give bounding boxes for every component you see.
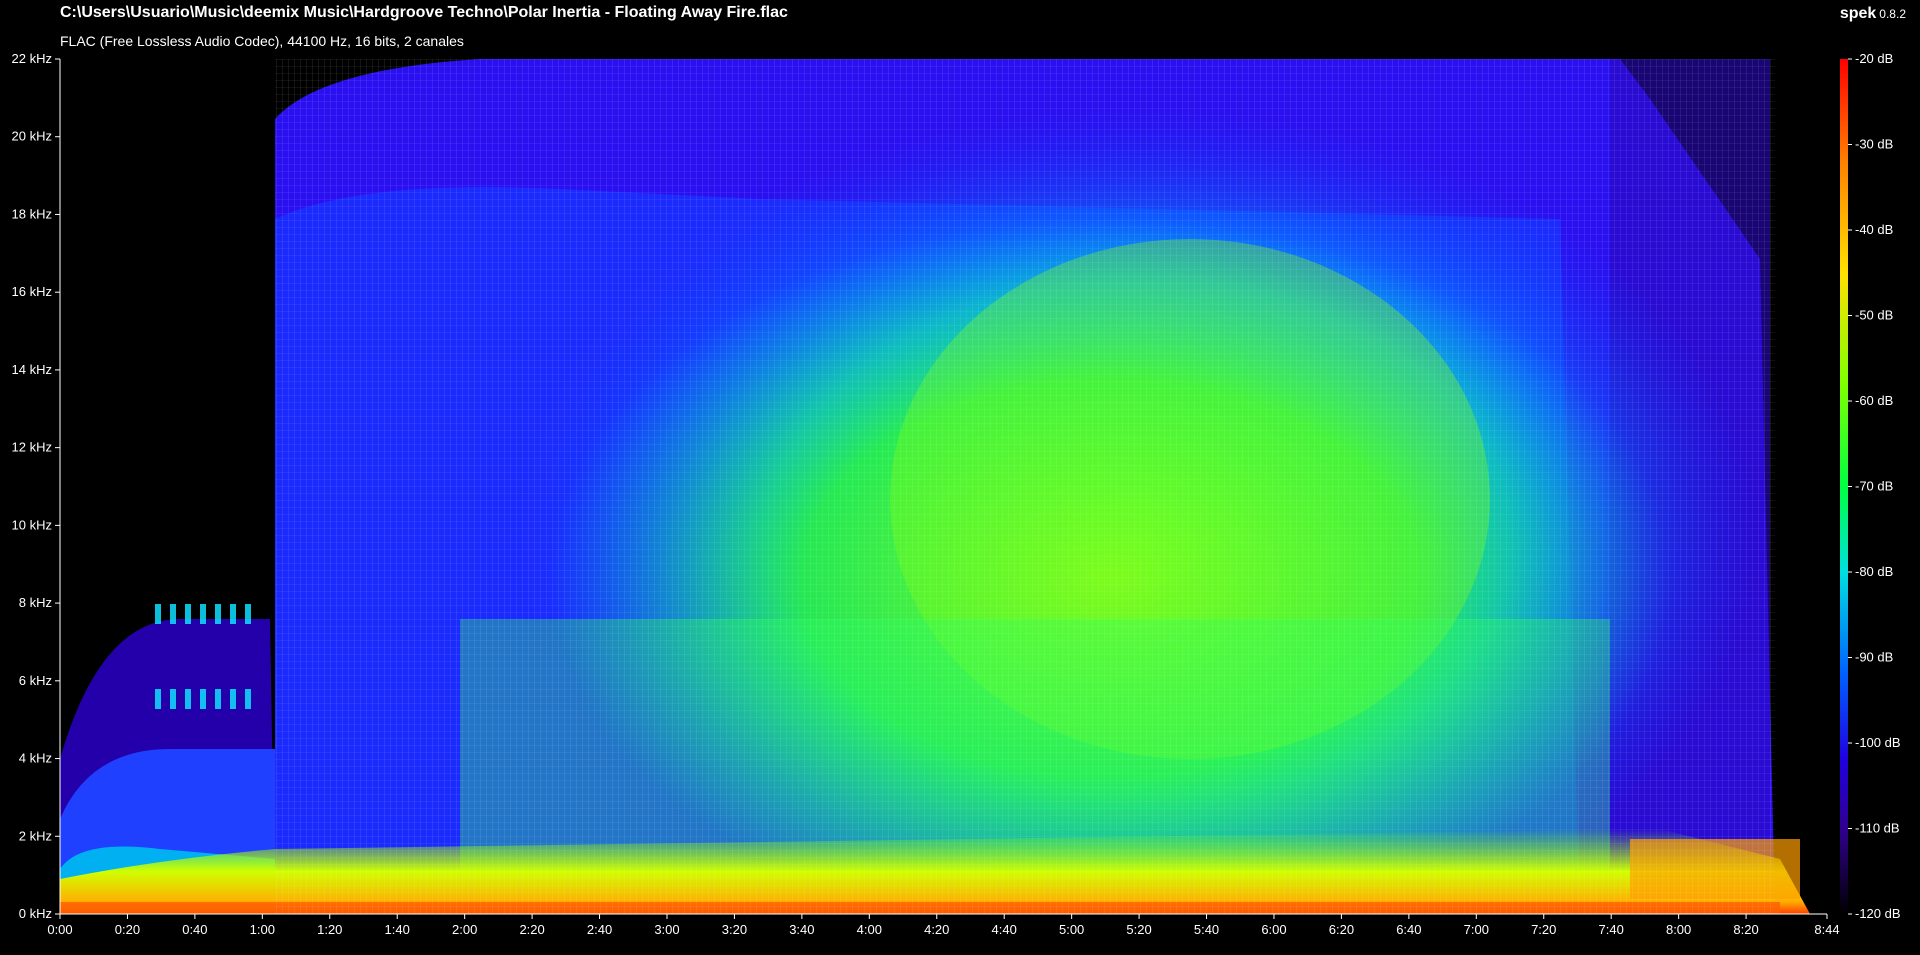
time-tick-label: 1:20 [317,922,342,937]
time-tick-label: 8:20 [1733,922,1758,937]
time-tick-label: 5:20 [1126,922,1151,937]
frequency-tick-label: 16 kHz [12,284,52,299]
frequency-tick-label: 22 kHz [12,51,52,66]
time-tick-label: 6:20 [1329,922,1354,937]
db-tick-label: -110 dB [1855,821,1900,836]
file-info-text: FLAC (Free Lossless Audio Codec), 44100 … [60,33,464,49]
db-tick-label: -30 dB [1855,137,1893,152]
db-tick-label: -100 dB [1855,735,1901,750]
db-tick-label: -50 dB [1855,308,1893,323]
time-tick-label: 0:20 [115,922,140,937]
app-brand: spek 0.8.2 [1840,5,1906,23]
frequency-tick-label: 0 kHz [19,906,52,921]
time-tick-label: 2:40 [587,922,612,937]
db-tick-label: -80 dB [1855,564,1893,579]
time-tick-label: 1:40 [385,922,410,937]
frequency-tick-label: 18 kHz [12,206,52,221]
time-tick-label: 8:00 [1666,922,1691,937]
spectrogram[interactable] [60,59,1827,914]
db-color-scale [1840,59,1848,914]
time-tick-label: 3:20 [722,922,747,937]
time-tick-label: 6:00 [1261,922,1286,937]
frequency-tick-label: 10 kHz [12,517,52,532]
time-tick-label: 1:00 [250,922,275,937]
frequency-tick-label: 8 kHz [19,595,52,610]
time-tick-label: 3:40 [789,922,814,937]
db-tick-label: -120 dB [1855,906,1901,921]
time-tick-label: 5:00 [1059,922,1084,937]
time-tick-label: 2:20 [519,922,544,937]
time-tick-label: 4:00 [857,922,882,937]
db-tick-label: -70 dB [1855,479,1893,494]
frequency-tick-label: 14 kHz [12,362,52,377]
db-tick-label: -90 dB [1855,650,1893,665]
db-tick-label: -40 dB [1855,222,1893,237]
time-tick-label: 3:00 [654,922,679,937]
time-tick-label: 8:44 [1814,922,1839,937]
time-tick-label: 4:20 [924,922,949,937]
time-tick-label: 7:20 [1531,922,1556,937]
frequency-tick-label: 6 kHz [19,673,52,688]
time-tick-label: 7:40 [1599,922,1624,937]
time-tick-label: 7:00 [1464,922,1489,937]
frequency-tick-label: 12 kHz [12,440,52,455]
time-tick-label: 2:00 [452,922,477,937]
app-name: spek [1839,5,1877,22]
time-tick-label: 0:40 [182,922,207,937]
time-tick-label: 0:00 [47,922,72,937]
app-version: 0.8.2 [1879,7,1906,21]
frequency-tick-label: 20 kHz [12,129,52,144]
db-tick-label: -60 dB [1855,393,1893,408]
file-path-title: C:\Users\Usuario\Music\deemix Music\Hard… [60,4,788,21]
frequency-tick-label: 4 kHz [19,751,52,766]
time-tick-label: 5:40 [1194,922,1219,937]
time-tick-label: 6:40 [1396,922,1421,937]
frequency-tick-label: 2 kHz [19,828,52,843]
db-tick-label: -20 dB [1855,51,1893,66]
time-tick-label: 4:40 [992,922,1017,937]
